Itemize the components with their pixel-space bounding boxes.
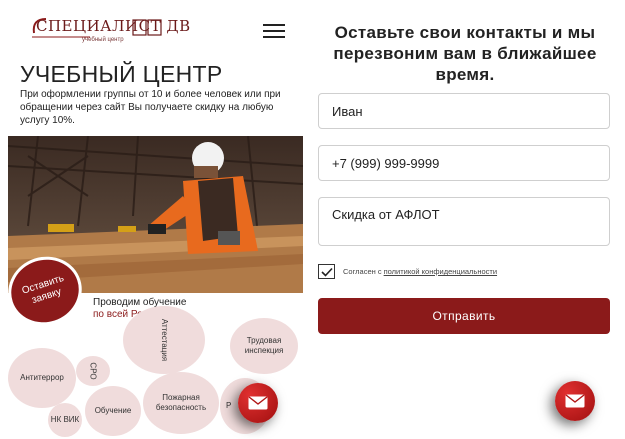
service-bubble-label: Аттестация [159, 318, 169, 362]
promo-panel: СПЕЦИАЛИСТ ДВ учебный центр УЧЕБНЫЙ ЦЕНТ… [0, 0, 303, 439]
envelope-icon [565, 394, 585, 408]
service-bubble-training[interactable]: Обучение [85, 386, 141, 436]
submit-button[interactable]: Отправить [318, 298, 610, 334]
service-bubble-certification[interactable]: Аттестация [123, 306, 205, 374]
privacy-policy-link[interactable]: политикой конфиденциальности [384, 267, 497, 276]
service-bubble-label: Обучение [94, 406, 132, 415]
service-bubble-label: Р [226, 401, 232, 410]
service-bubble-label: Антитеррор [20, 373, 64, 382]
consent-text: Согласен с [343, 267, 382, 276]
service-bubble-nk-vik[interactable]: НК ВИК [48, 403, 82, 437]
service-bubble-label: Пожарная безопасность [155, 393, 207, 412]
service-bubble-label: Трудовая инспекция [244, 336, 284, 355]
logo[interactable]: СПЕЦИАЛИСТ ДВ учебный центр [30, 13, 190, 47]
form-heading: Оставьте свои контакты и мы перезвоним в… [333, 23, 597, 84]
contact-fab-right[interactable] [555, 381, 595, 421]
consent-row: Согласен с политикой конфиденциальности [318, 264, 497, 279]
logo-subtitle: учебный центр [82, 37, 124, 43]
logo-text: СПЕЦИАЛИСТ ДВ [36, 17, 191, 35]
comment-field[interactable]: Скидка от АФЛОТ [318, 197, 610, 246]
consent-checkbox[interactable] [318, 264, 335, 279]
service-bubble-sro[interactable]: СРО [76, 356, 110, 386]
service-bubble-antiterror[interactable]: Антитеррор [8, 348, 76, 408]
page-title: УЧЕБНЫЙ ЦЕНТР [20, 61, 223, 87]
discount-description: При оформлении группы от 10 и более чело… [20, 89, 281, 126]
name-field[interactable] [318, 93, 610, 129]
hamburger-menu-icon[interactable] [263, 24, 285, 40]
service-bubble-labor-inspection[interactable]: Трудовая инспекция [230, 318, 298, 374]
checkmark-icon [320, 267, 333, 277]
contact-form: Оставьте свои контакты и мы перезвоним в… [310, 0, 625, 439]
service-bubble-fire-safety[interactable]: Пожарная безопасность [143, 372, 219, 434]
leave-request-label: Оставить заявку [20, 272, 66, 307]
service-bubble-label: НК ВИК [50, 415, 80, 424]
contact-fab-left[interactable] [238, 383, 278, 423]
envelope-icon [248, 396, 268, 410]
service-bubble-label: СРО [88, 362, 98, 380]
phone-field[interactable] [318, 145, 610, 181]
